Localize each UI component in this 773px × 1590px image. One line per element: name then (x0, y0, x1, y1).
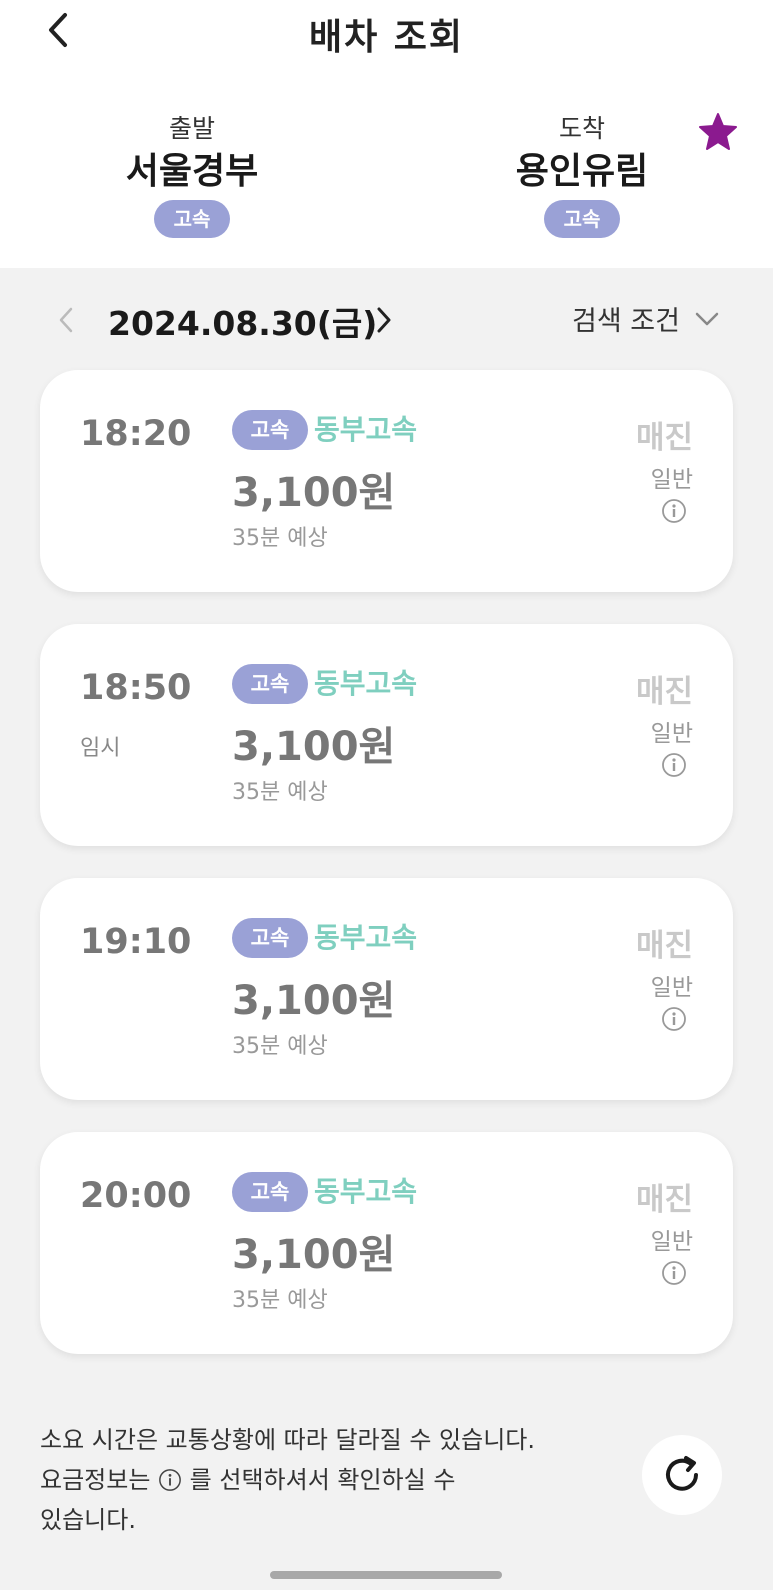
chevron-down-icon (695, 312, 719, 325)
notice-line: 있습니다. (40, 1506, 136, 1534)
departure-time: 19:10 (80, 922, 192, 962)
info-circle-icon[interactable] (661, 1006, 687, 1032)
arrival-name: 용인유림 (515, 151, 649, 192)
seat-type: 일반 (650, 467, 693, 493)
prev-date-button[interactable] (48, 299, 84, 341)
refresh-icon (666, 1456, 698, 1491)
schedule-card[interactable]: 18:50 임시 고속 동부고속 3,100원 35분 예상 매진 일반 (40, 624, 733, 846)
bus-company: 동부고속 (314, 921, 418, 954)
selected-date: 2024.08.30(금) (108, 304, 378, 343)
page-title: 배차 조회 (308, 17, 464, 58)
seat-status: 매진 (635, 1182, 693, 1218)
schedule-card[interactable]: 19:10 고속 동부고속 3,100원 35분 예상 매진 일반 (40, 878, 733, 1100)
date-bar: 2024.08.30(금) 검색 조건 (0, 295, 773, 345)
seat-status: 매진 (635, 928, 693, 964)
notice-text: 소요 시간은 교통상황에 따라 달라질 수 있습니다. 요금정보는 를 선택하셔… (40, 1420, 620, 1540)
home-indicator[interactable] (270, 1571, 502, 1579)
seat-status: 매진 (635, 420, 693, 456)
next-date-button[interactable] (366, 299, 402, 341)
departure-terminal[interactable]: 출발 서울경부 고속 (62, 112, 322, 238)
arrival-terminal[interactable]: 도착 용인유림 고속 (452, 112, 712, 238)
estimated-duration: 35분 예상 (232, 780, 328, 805)
departure-name: 서울경부 (125, 151, 259, 192)
schedule-card[interactable]: 20:00 고속 동부고속 3,100원 35분 예상 매진 일반 (40, 1132, 733, 1354)
departure-time: 18:20 (80, 414, 192, 454)
info-circle-icon[interactable] (661, 752, 687, 778)
fare: 3,100원 (232, 978, 396, 1024)
departure-time: 18:50 (80, 668, 192, 708)
estimated-duration: 35분 예상 (232, 1288, 328, 1313)
fare: 3,100원 (232, 724, 396, 770)
arrival-grade-badge: 고속 (544, 200, 620, 238)
departure-caption: 출발 (168, 114, 215, 143)
refresh-button[interactable] (642, 1435, 722, 1515)
bus-grade-badge: 고속 (232, 918, 308, 958)
seat-type: 일반 (650, 975, 693, 1001)
departure-time: 20:00 (80, 1176, 192, 1216)
chevron-left-icon (59, 307, 73, 333)
bus-grade-badge: 고속 (232, 1172, 308, 1212)
estimated-duration: 35분 예상 (232, 526, 328, 551)
info-circle-icon[interactable] (661, 498, 687, 524)
star-icon[interactable] (698, 112, 738, 152)
temporary-label: 임시 (80, 736, 121, 761)
departure-grade-badge: 고속 (154, 200, 230, 238)
chevron-right-icon (377, 307, 391, 333)
bus-grade-badge: 고속 (232, 410, 308, 450)
seat-type: 일반 (650, 721, 693, 747)
seat-type: 일반 (650, 1229, 693, 1255)
bus-company: 동부고속 (314, 667, 418, 700)
notice-line: 소요 시간은 교통상황에 따라 달라질 수 있습니다. (40, 1426, 536, 1454)
info-circle-icon[interactable] (661, 1260, 687, 1286)
bus-company: 동부고속 (314, 1175, 418, 1208)
estimated-duration: 35분 예상 (232, 1034, 328, 1059)
search-filter-button[interactable]: 검색 조건 (572, 299, 720, 338)
arrival-caption: 도착 (558, 114, 605, 143)
fare: 3,100원 (232, 1232, 396, 1278)
fare: 3,100원 (232, 470, 396, 516)
info-circle-icon (159, 1469, 181, 1491)
search-filter-label: 검색 조건 (572, 306, 680, 337)
bus-grade-badge: 고속 (232, 664, 308, 704)
route-header: 배차 조회 출발 서울경부 고속 도착 용인유림 고속 (0, 0, 773, 268)
notice-line: 요금정보는 를 선택하셔서 확인하실 수 (40, 1466, 456, 1494)
bus-company: 동부고속 (314, 413, 418, 446)
schedule-card[interactable]: 18:20 고속 동부고속 3,100원 35분 예상 매진 일반 (40, 370, 733, 592)
seat-status: 매진 (635, 674, 693, 710)
